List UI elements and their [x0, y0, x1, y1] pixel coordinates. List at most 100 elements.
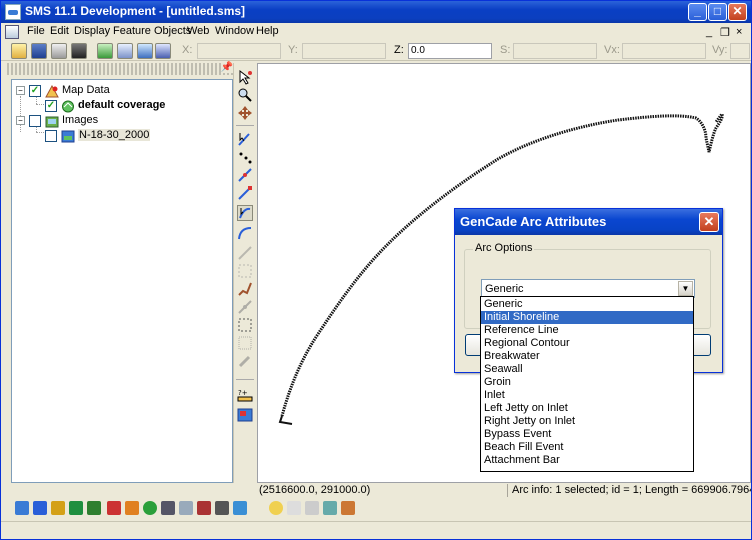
coverage-checkbox[interactable]: ✓ — [45, 100, 57, 112]
vx-field — [622, 43, 706, 59]
select-region-icon[interactable] — [237, 335, 253, 351]
option-right-jetty-on-inlet[interactable]: Right Jetty on Inlet — [481, 415, 693, 428]
plot-module-icon[interactable] — [179, 501, 193, 515]
pin-icon[interactable]: 📌 — [220, 62, 233, 73]
refresh-icon[interactable] — [97, 43, 113, 59]
cartesian-grid-icon[interactable] — [51, 501, 65, 515]
menu-edit[interactable]: Edit — [50, 25, 69, 37]
select-arc-icon[interactable] — [237, 205, 253, 221]
select-tool-icon[interactable] — [237, 69, 253, 85]
pencil-tool-icon[interactable] — [237, 353, 253, 369]
select-polygon-icon[interactable] — [237, 317, 253, 333]
x-coordinate-field — [197, 43, 281, 59]
vy-label: Vy: — [712, 44, 728, 56]
option-initial-shoreline[interactable]: Initial Shoreline — [481, 311, 693, 324]
contour-tool-icon[interactable] — [287, 501, 301, 515]
document-icon[interactable] — [5, 25, 19, 39]
menu-file[interactable]: File — [27, 25, 45, 37]
sms-app-icon — [5, 4, 21, 20]
display-tool-icon[interactable] — [237, 407, 253, 423]
map-module-icon[interactable] — [125, 501, 139, 515]
minimize-button[interactable]: _ — [688, 3, 707, 21]
option-bypass-event[interactable]: Bypass Event — [481, 428, 693, 441]
tree-node-default-coverage[interactable]: ✓ default coverage — [12, 99, 212, 113]
menu-display[interactable]: Display — [74, 25, 110, 37]
close-button[interactable]: ✕ — [728, 3, 747, 21]
option-generic[interactable]: Generic — [481, 298, 693, 311]
raster-module-icon[interactable] — [87, 501, 101, 515]
gis-module-icon[interactable] — [143, 501, 157, 515]
svg-text:?+: ?+ — [238, 389, 248, 397]
collapse-icon[interactable]: − — [16, 86, 25, 95]
dialog-title: GenCade Arc Attributes — [460, 214, 607, 229]
build-polygon-icon[interactable] — [237, 281, 253, 297]
panel-gripper[interactable]: 📌 — [7, 62, 233, 75]
save-icon[interactable] — [31, 43, 47, 59]
light-bulb-icon[interactable] — [269, 501, 283, 515]
frame-icon[interactable] — [137, 43, 153, 59]
arc-node-icon[interactable] — [237, 185, 253, 201]
y-coordinate-field — [302, 43, 386, 59]
grid-module-icon[interactable] — [33, 501, 47, 515]
menu-web[interactable]: Web — [187, 25, 209, 37]
option-left-jetty-on-inlet[interactable]: Left Jetty on Inlet — [481, 402, 693, 415]
tools-module-icon[interactable] — [197, 501, 211, 515]
menu-bar: File Edit Display Feature Objects Web Wi… — [1, 23, 751, 41]
collapse-icon[interactable]: − — [16, 116, 25, 125]
redistribute-icon[interactable] — [237, 245, 253, 261]
vector-tool-icon[interactable] — [305, 501, 319, 515]
annotation-module-icon[interactable] — [161, 501, 175, 515]
delete-icon[interactable] — [71, 43, 87, 59]
menu-window[interactable]: Window — [215, 25, 254, 37]
toolbar-divider — [236, 125, 254, 126]
tree-node-images[interactable]: − Images — [12, 114, 212, 128]
mdi-close-button[interactable]: × — [736, 26, 742, 38]
arc-type-dropdown-list[interactable]: Generic Initial Shoreline Reference Line… — [480, 296, 694, 472]
measure-tool-icon[interactable]: ?+ — [237, 387, 253, 403]
merge-arc-icon[interactable] — [237, 299, 253, 315]
coverage-label: default coverage — [78, 99, 166, 111]
option-reference-line[interactable]: Reference Line — [481, 324, 693, 337]
measure-module-icon[interactable] — [215, 501, 229, 515]
dialog-title-bar[interactable]: GenCade Arc Attributes — [455, 209, 722, 235]
maximize-button[interactable]: □ — [708, 3, 727, 21]
option-breakwater[interactable]: Breakwater — [481, 350, 693, 363]
mesh-module-icon[interactable] — [15, 501, 29, 515]
option-beach-fill-event[interactable]: Beach Fill Event — [481, 441, 693, 454]
display-options-icon[interactable] — [155, 43, 171, 59]
menu-feature-objects[interactable]: Feature Objects — [113, 25, 191, 37]
create-arc-icon[interactable] — [237, 167, 253, 183]
open-folder-icon[interactable] — [11, 43, 27, 59]
select-arc-group-icon[interactable] — [237, 263, 253, 279]
tree-node-image-file[interactable]: N-18-30_2000 — [12, 129, 212, 143]
zoom-tool-icon[interactable] — [237, 87, 253, 103]
create-curve-icon[interactable] — [237, 225, 253, 241]
z-coordinate-field[interactable]: 0.0 — [408, 43, 492, 59]
zoom-icon[interactable] — [117, 43, 133, 59]
pan-tool-icon[interactable] — [237, 105, 253, 121]
particle-module-icon[interactable] — [107, 501, 121, 515]
print-icon[interactable] — [51, 43, 67, 59]
mdi-minimize-button[interactable]: _ — [706, 26, 712, 38]
map-data-checkbox[interactable]: ✓ — [29, 85, 41, 97]
menu-help[interactable]: Help — [256, 25, 279, 37]
mdi-restore-button[interactable]: ❐ — [720, 26, 730, 39]
data-calculator-icon[interactable] — [341, 501, 355, 515]
option-regional-contour[interactable]: Regional Contour — [481, 337, 693, 350]
select-node-icon[interactable] — [237, 131, 253, 147]
option-inlet[interactable]: Inlet — [481, 389, 693, 402]
image-file-checkbox[interactable] — [45, 130, 57, 142]
option-attachment-bar[interactable]: Attachment Bar — [481, 454, 693, 467]
chevron-down-icon[interactable]: ▼ — [678, 281, 693, 296]
image-module-icon[interactable] — [233, 501, 247, 515]
dialog-close-button[interactable]: ✕ — [699, 212, 719, 232]
scatter-module-icon[interactable] — [69, 501, 83, 515]
film-loop-icon[interactable] — [323, 501, 337, 515]
images-folder-icon — [45, 115, 59, 128]
images-checkbox[interactable] — [29, 115, 41, 127]
tree-node-map-data[interactable]: − ✓ Map Data — [12, 84, 212, 98]
option-groin[interactable]: Groin — [481, 376, 693, 389]
option-seawall[interactable]: Seawall — [481, 363, 693, 376]
title-bar[interactable]: SMS 11.1 Development - [untitled.sms] _ … — [1, 1, 751, 23]
vertex-tool-icon[interactable] — [237, 149, 253, 165]
